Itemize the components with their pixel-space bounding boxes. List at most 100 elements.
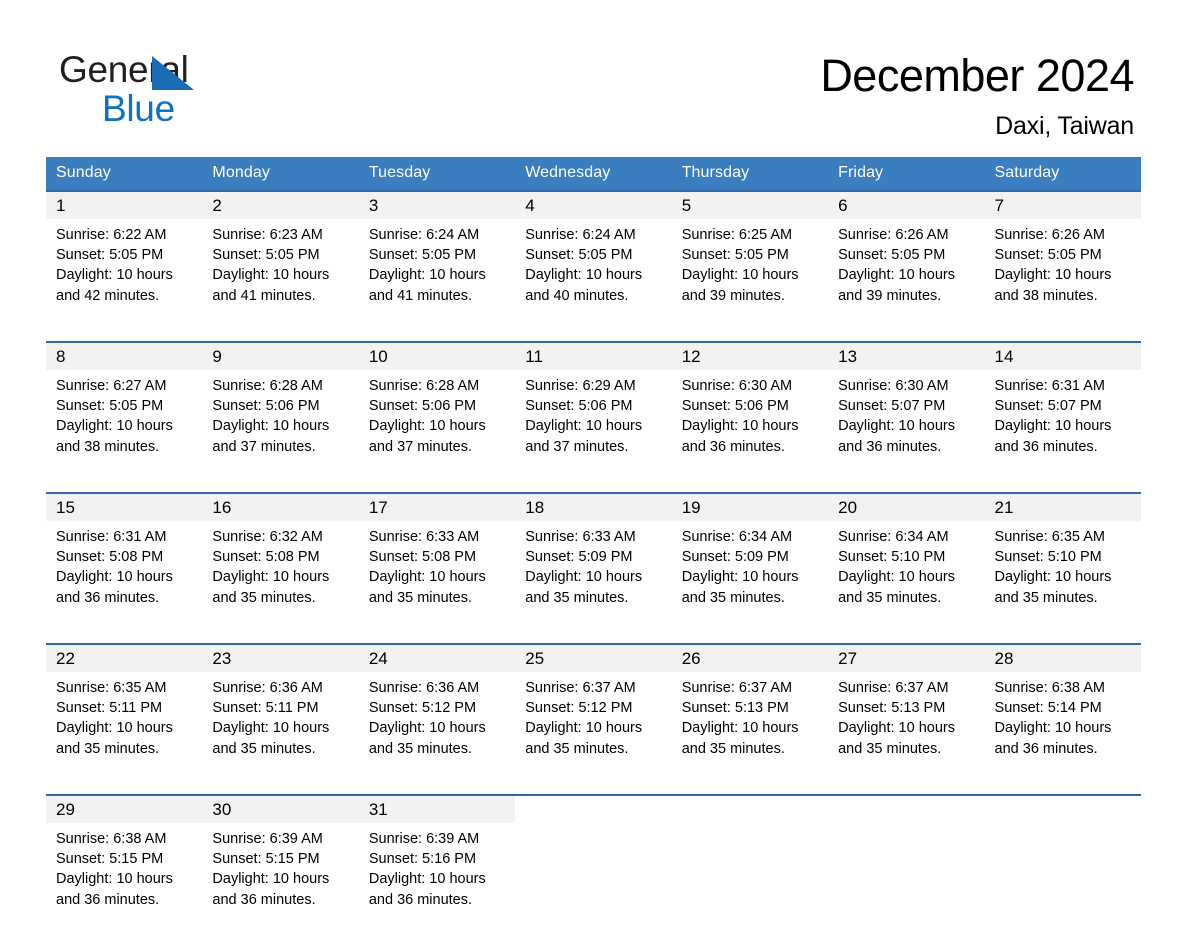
sunset-text: Sunset: 5:15 PM	[212, 851, 320, 868]
daylight-text-line1: Daylight: 10 hours	[212, 569, 330, 586]
calendar-day-cell[interactable]: 3 Sunrise: 6:24 AM Sunset: 5:05 PM Daylight…	[358, 190, 516, 325]
day-number-band: 3	[358, 192, 516, 219]
sunset-text: Sunset: 5:12 PM	[368, 700, 477, 717]
day-cell-inner: 8 Sunrise: 6:27 AM Sunset: 5:05 PM Daylight…	[46, 343, 203, 476]
calendar-day-cell[interactable]: 12 Sunrise: 6:30 AM Sunset: 5:06 PM Dayligh…	[671, 341, 829, 476]
day-details: Sunrise: 6:36 AM Sunset: 5:11 PM Daylight:…	[202, 672, 358, 759]
sunset-text: Sunset: 5:13 PM	[838, 700, 946, 717]
calendar-day-cell[interactable]: 25 Sunrise: 6:37 AM Sunset: 5:12 PM Dayligh…	[515, 643, 672, 778]
day-number-band: 15	[46, 494, 203, 521]
calendar-day-cell[interactable]: 28 Sunrise: 6:38 AM Sunset: 5:14 PM Dayligh…	[984, 643, 1141, 778]
day-number-band: 7	[984, 192, 1141, 219]
daylight-text-line2: and 35 minutes.	[525, 740, 629, 757]
daylight-text-line2: and 37 minutes.	[368, 438, 473, 455]
sunrise-text: Sunrise: 6:25 AM	[681, 227, 793, 243]
page-title: December 2024	[820, 50, 1134, 101]
calendar-day-cell[interactable]: 24 Sunrise: 6:36 AM Sunset: 5:12 PM Dayligh…	[358, 643, 516, 778]
calendar-day-cell[interactable]: 9 Sunrise: 6:28 AM Sunset: 5:06 PM Daylight…	[202, 341, 359, 476]
day-details: Sunrise: 6:34 AM Sunset: 5:10 PM Daylight:…	[828, 521, 984, 608]
day-cell-inner: 27 Sunrise: 6:37 AM Sunset: 5:13 PM Dayligh…	[828, 645, 985, 778]
day-number-band: 5	[671, 192, 829, 219]
sunset-text: Sunset: 5:11 PM	[56, 700, 163, 717]
daylight-text-line1: Daylight: 10 hours	[368, 569, 486, 586]
daylight-text-line2: and 39 minutes.	[838, 287, 942, 304]
sunrise-text: Sunrise: 6:36 AM	[368, 680, 480, 696]
calendar-day-cell[interactable]: 31 Sunrise: 6:39 AM Sunset: 5:16 PM Dayligh…	[358, 794, 516, 929]
calendar-day-cell[interactable]: 13 Sunrise: 6:30 AM Sunset: 5:07 PM Dayligh…	[828, 341, 985, 476]
sunrise-text: Sunrise: 6:26 AM	[994, 227, 1105, 243]
day-cell-inner: 22 Sunrise: 6:35 AM Sunset: 5:11 PM Dayligh…	[46, 645, 203, 778]
sunrise-text: Sunrise: 6:37 AM	[525, 680, 636, 696]
day-number-band: 4	[515, 192, 672, 219]
calendar-day-cell[interactable]: 4 Sunrise: 6:24 AM Sunset: 5:05 PM Daylight…	[515, 190, 672, 325]
calendar-day-cell[interactable]: 30 Sunrise: 6:39 AM Sunset: 5:15 PM Dayligh…	[202, 794, 359, 929]
calendar-day-cell[interactable]: 1 Sunrise: 6:22 AM Sunset: 5:05 PM Daylight…	[46, 190, 203, 325]
calendar-day-cell[interactable]: 19 Sunrise: 6:34 AM Sunset: 5:09 PM Dayligh…	[671, 492, 829, 627]
calendar-day-cell[interactable]: 5 Sunrise: 6:25 AM Sunset: 5:05 PM Daylight…	[671, 190, 829, 325]
calendar-day-cell[interactable]: 10 Sunrise: 6:28 AM Sunset: 5:06 PM Dayligh…	[358, 341, 516, 476]
sunset-text: Sunset: 5:05 PM	[56, 247, 164, 264]
day-number-band	[984, 796, 1141, 823]
calendar-day-cell[interactable]: 20 Sunrise: 6:34 AM Sunset: 5:10 PM Dayligh…	[828, 492, 985, 627]
calendar-day-cell[interactable]: 2 Sunrise: 6:23 AM Sunset: 5:05 PM Daylight…	[202, 190, 359, 325]
calendar-day-cell[interactable]: 23 Sunrise: 6:36 AM Sunset: 5:11 PM Dayligh…	[202, 643, 359, 778]
day-number-band	[515, 796, 672, 823]
day-number: 14	[994, 346, 1014, 366]
calendar-day-cell[interactable]: 18 Sunrise: 6:33 AM Sunset: 5:09 PM Dayligh…	[515, 492, 672, 627]
daylight-text-line1: Daylight: 10 hours	[838, 418, 955, 435]
sunrise-text: Sunrise: 6:34 AM	[838, 529, 949, 545]
daylight-text-line1: Daylight: 10 hours	[525, 720, 643, 737]
daylight-text-line1: Daylight: 10 hours	[56, 267, 173, 284]
day-cell-inner: 14 Sunrise: 6:31 AM Sunset: 5:07 PM Dayligh…	[984, 343, 1141, 476]
calendar-day-cell[interactable]: 16 Sunrise: 6:32 AM Sunset: 5:08 PM Dayligh…	[202, 492, 359, 627]
sunrise-text: Sunrise: 6:35 AM	[56, 680, 167, 696]
calendar-day-cell[interactable]: 15 Sunrise: 6:31 AM Sunset: 5:08 PM Dayligh…	[46, 492, 203, 627]
daylight-text-line1: Daylight: 10 hours	[994, 569, 1112, 586]
day-details: Sunrise: 6:30 AM Sunset: 5:07 PM Daylight:…	[828, 370, 984, 457]
day-details	[828, 823, 984, 829]
day-details: Sunrise: 6:22 AM Sunset: 5:05 PM Daylight:…	[46, 219, 202, 306]
day-details: Sunrise: 6:31 AM Sunset: 5:08 PM Daylight:…	[46, 521, 202, 608]
calendar-day-cell[interactable]: 8 Sunrise: 6:27 AM Sunset: 5:05 PM Daylight…	[46, 341, 203, 476]
day-number-band: 12	[671, 343, 829, 370]
day-number: 27	[838, 648, 858, 668]
daylight-text-line1: Daylight: 10 hours	[525, 267, 643, 284]
day-cell-inner: 13 Sunrise: 6:30 AM Sunset: 5:07 PM Dayligh…	[828, 343, 985, 476]
day-number-band: 18	[515, 494, 672, 521]
day-number: 15	[56, 497, 75, 517]
calendar-day-cell[interactable]: 11 Sunrise: 6:29 AM Sunset: 5:06 PM Dayligh…	[515, 341, 672, 476]
calendar-day-cell[interactable]: 21 Sunrise: 6:35 AM Sunset: 5:10 PM Dayligh…	[984, 492, 1141, 627]
day-number-band: 23	[202, 645, 359, 672]
daylight-text-line1: Daylight: 10 hours	[56, 569, 173, 586]
day-number: 26	[681, 648, 701, 668]
calendar-day-cell[interactable]: 22 Sunrise: 6:35 AM Sunset: 5:11 PM Dayligh…	[46, 643, 203, 778]
daylight-text-line2: and 36 minutes.	[994, 438, 1098, 455]
calendar-day-cell[interactable]: 17 Sunrise: 6:33 AM Sunset: 5:08 PM Dayligh…	[358, 492, 516, 627]
calendar-day-cell[interactable]: 7 Sunrise: 6:26 AM Sunset: 5:05 PM Daylight…	[984, 190, 1141, 325]
sunrise-text: Sunrise: 6:28 AM	[212, 378, 323, 394]
sunrise-text: Sunrise: 6:39 AM	[212, 831, 323, 847]
sunset-text: Sunset: 5:11 PM	[212, 700, 319, 717]
sunrise-text: Sunrise: 6:37 AM	[838, 680, 949, 696]
sunset-text: Sunset: 5:10 PM	[838, 549, 946, 566]
calendar-day-cell-empty	[515, 794, 672, 929]
calendar-day-cell[interactable]: 29 Sunrise: 6:38 AM Sunset: 5:15 PM Dayligh…	[46, 794, 203, 929]
day-number: 2	[212, 195, 222, 215]
sunrise-text: Sunrise: 6:31 AM	[56, 529, 167, 545]
day-number: 10	[368, 346, 388, 366]
sunset-text: Sunset: 5:05 PM	[212, 247, 320, 264]
daylight-text-line2: and 36 minutes.	[681, 438, 785, 455]
location-subtitle: Daxi, Taiwan	[995, 112, 1134, 140]
day-number: 28	[994, 648, 1014, 668]
calendar-day-cell[interactable]: 6 Sunrise: 6:26 AM Sunset: 5:05 PM Daylight…	[828, 190, 985, 325]
day-details	[672, 823, 828, 829]
calendar-day-cell[interactable]: 26 Sunrise: 6:37 AM Sunset: 5:13 PM Dayligh…	[671, 643, 829, 778]
calendar-day-cell[interactable]: 14 Sunrise: 6:31 AM Sunset: 5:07 PM Dayligh…	[984, 341, 1141, 476]
day-number-band: 31	[358, 796, 516, 823]
calendar-day-cell[interactable]: 27 Sunrise: 6:37 AM Sunset: 5:13 PM Dayligh…	[828, 643, 985, 778]
day-number-band: 27	[828, 645, 985, 672]
day-number: 31	[368, 799, 388, 819]
day-details: Sunrise: 6:37 AM Sunset: 5:13 PM Daylight:…	[828, 672, 984, 759]
day-details: Sunrise: 6:35 AM Sunset: 5:10 PM Daylight:…	[985, 521, 1141, 608]
sunset-text: Sunset: 5:08 PM	[212, 549, 320, 566]
